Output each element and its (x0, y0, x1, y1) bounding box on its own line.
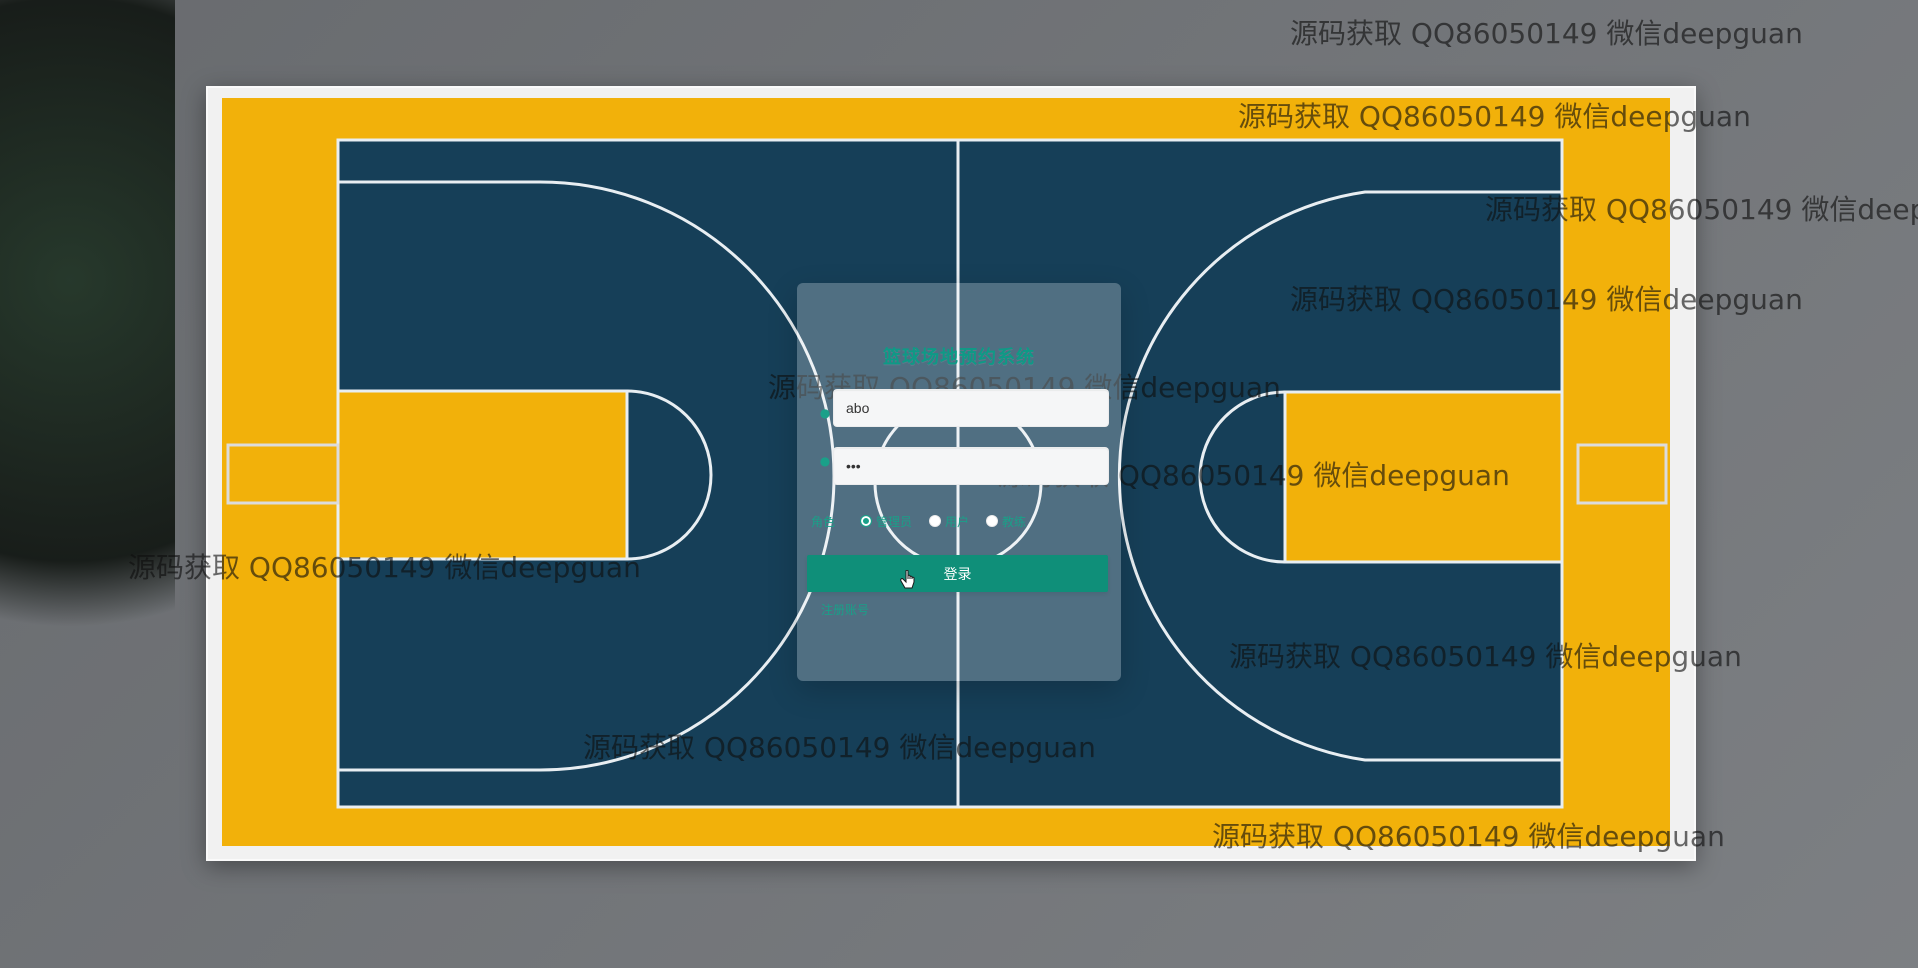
foliage (0, 0, 175, 700)
username-input[interactable] (834, 390, 1108, 426)
login-card: 篮球场地预约系统 ● ● 角色 管理员 用户 教练 登录 注册账号 (797, 283, 1121, 681)
login-button[interactable]: 登录 (807, 555, 1108, 592)
password-input[interactable] (834, 448, 1108, 484)
role-radio-user[interactable] (929, 515, 941, 527)
role-radio-admin-label: 管理员 (876, 515, 913, 529)
register-link[interactable]: 注册账号 (821, 601, 869, 618)
role-radio-admin[interactable] (860, 515, 872, 527)
username-field[interactable] (833, 389, 1109, 427)
password-field[interactable] (833, 447, 1109, 485)
lock-icon: ● (819, 454, 831, 468)
role-label: 角色 (811, 515, 836, 529)
user-icon: ● (819, 406, 831, 420)
role-radio-coach[interactable] (986, 515, 998, 527)
login-title: 篮球场地预约系统 (883, 347, 1035, 368)
role-radio-coach-label: 教练 (1002, 515, 1027, 529)
role-radio-user-label: 用户 (945, 515, 970, 529)
login-button-label: 登录 (943, 565, 972, 582)
